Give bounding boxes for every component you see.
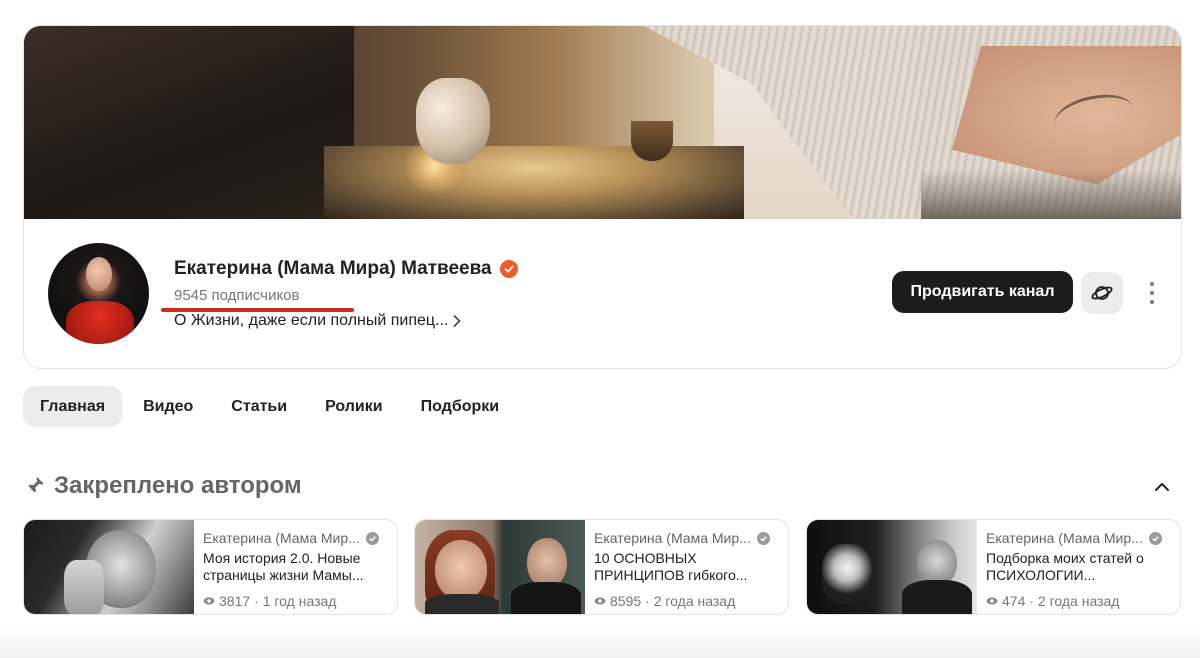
verified-icon	[756, 531, 770, 545]
pinned-card[interactable]: Екатерина (Мама Мир... Моя история 2.0. …	[23, 519, 398, 615]
channel-banner	[24, 26, 1181, 219]
eye-icon	[203, 597, 215, 605]
more-options-button[interactable]	[1142, 279, 1162, 307]
chevron-up-icon[interactable]	[1152, 477, 1172, 497]
card-title: 10 ОСНОВНЫХ ПРИНЦИПОВ гибкого...	[594, 550, 748, 583]
channel-description-text: О Жизни, даже если полный пипец...	[174, 312, 449, 329]
eye-icon	[594, 597, 606, 605]
card-thumbnail	[24, 520, 194, 614]
card-author: Екатерина (Мама Мир...	[986, 530, 1162, 546]
more-vertical-icon	[1150, 282, 1154, 286]
eye-icon	[986, 597, 998, 605]
bottom-fade	[0, 626, 1200, 658]
tab-shorts[interactable]: Ролики	[308, 386, 400, 427]
channel-description[interactable]: О Жизни, даже если полный пипец...	[174, 312, 464, 330]
card-thumbnail	[807, 520, 977, 614]
channel-name-text: Екатерина (Мама Мира) Матвеева	[174, 258, 492, 279]
verified-icon	[1148, 531, 1162, 545]
verified-icon	[365, 531, 379, 545]
tab-collections[interactable]: Подборки	[404, 386, 517, 427]
tab-articles[interactable]: Статьи	[214, 386, 304, 427]
verified-icon	[499, 260, 518, 278]
planet-icon	[1091, 286, 1113, 300]
card-author: Екатерина (Мама Мир...	[203, 530, 379, 546]
channel-avatar[interactable]	[48, 243, 149, 344]
pin-icon	[26, 477, 44, 495]
pinned-card[interactable]: Екатерина (Мама Мир... 10 ОСНОВНЫХ ПРИНЦ…	[414, 519, 789, 615]
tab-home[interactable]: Главная	[23, 386, 123, 427]
card-thumbnail	[415, 520, 585, 614]
pinned-title: Закреплено автором	[54, 472, 302, 499]
card-meta: 474 · 2 года назад	[986, 593, 1119, 609]
card-title: Моя история 2.0. Новые страницы жизни Ма…	[203, 550, 364, 583]
pinned-section-header: Закреплено автором	[24, 472, 302, 500]
promote-channel-button[interactable]: Продвигать канал	[892, 271, 1073, 313]
planet-button[interactable]	[1081, 272, 1123, 314]
channel-tabs: Главная Видео Статьи Ролики Подборки	[23, 386, 520, 427]
card-author: Екатерина (Мама Мир...	[594, 530, 770, 546]
subscriber-count: 9545 подписчиков	[174, 287, 300, 304]
card-title: Подборка моих статей о ПСИХОЛОГИИ...	[986, 550, 1144, 583]
pinned-cards: Екатерина (Мама Мир... Моя история 2.0. …	[23, 519, 1183, 615]
channel-name: Екатерина (Мама Мира) Матвеева	[174, 258, 518, 280]
chevron-right-icon	[454, 315, 462, 327]
tab-video[interactable]: Видео	[126, 386, 210, 427]
pinned-card[interactable]: Екатерина (Мама Мир... Подборка моих ста…	[806, 519, 1181, 615]
card-meta: 8595 · 2 года назад	[594, 593, 735, 609]
card-meta: 3817 · 1 год назад	[203, 593, 336, 609]
